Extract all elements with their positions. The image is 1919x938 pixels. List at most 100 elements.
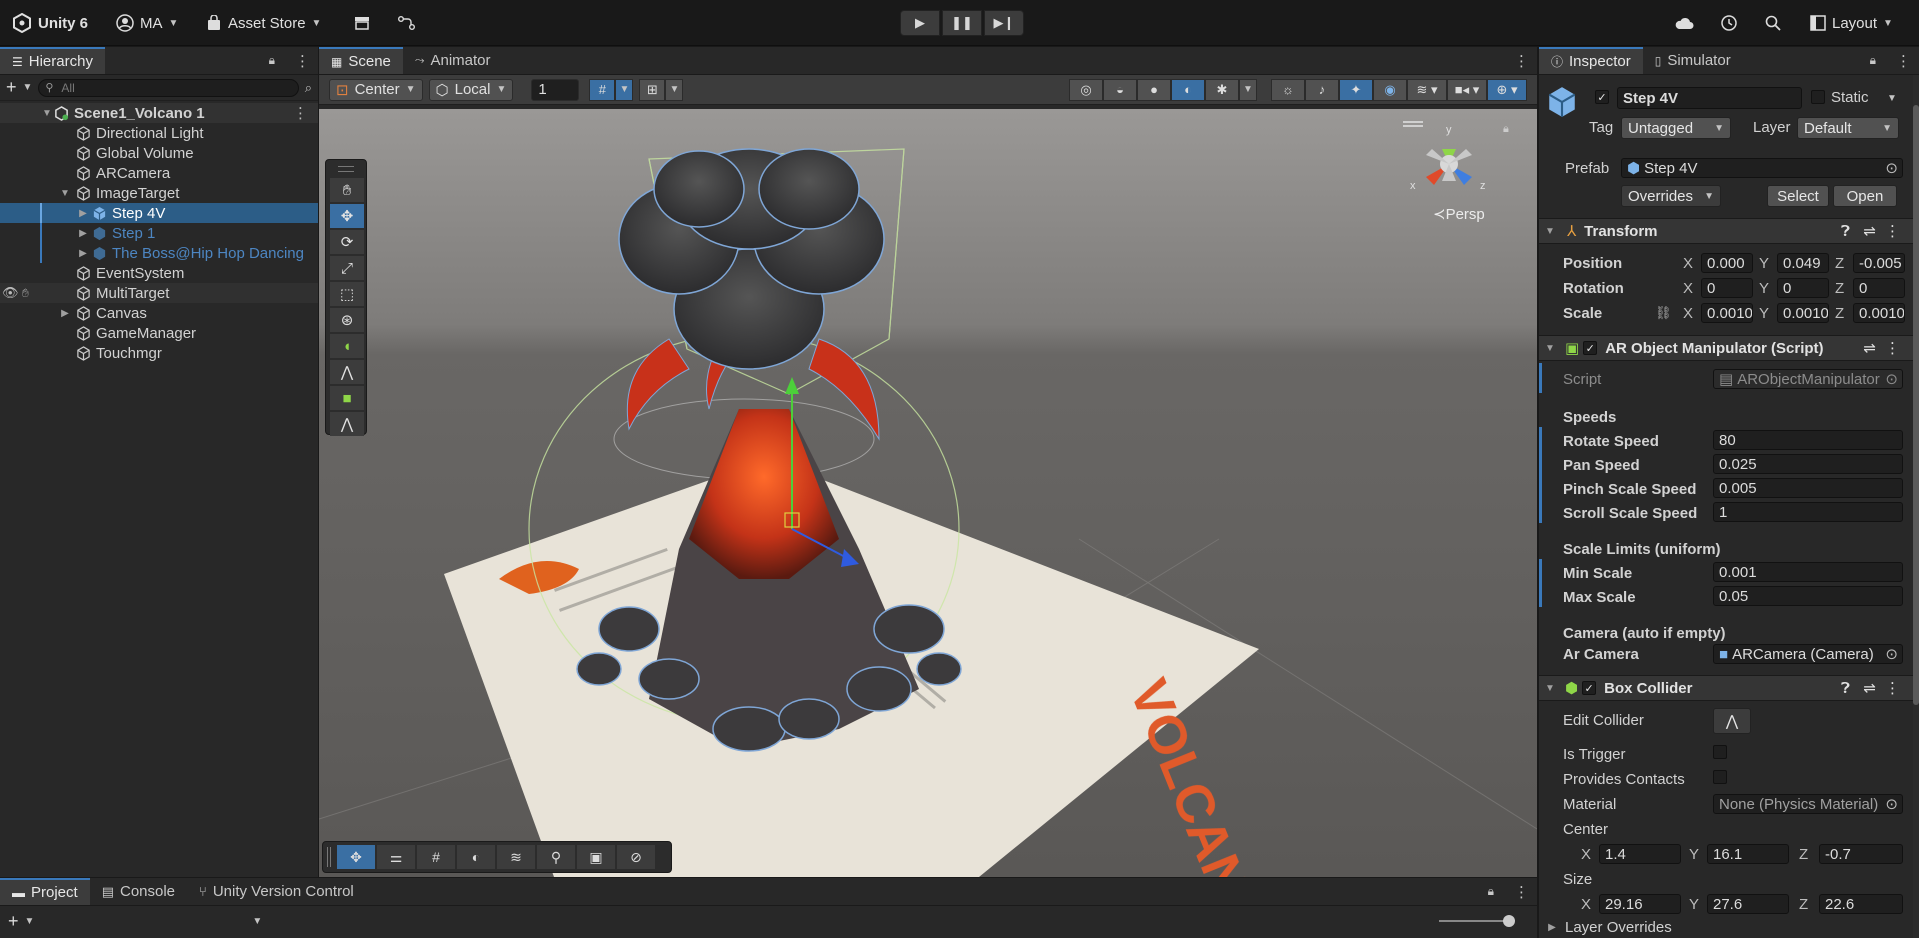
list-item[interactable]: ARCamera (0, 163, 318, 183)
overlay-grid-button[interactable]: # (417, 845, 455, 869)
step-button[interactable]: ▶❙ (984, 10, 1024, 36)
expand-arrow-icon[interactable]: ▶ (76, 248, 90, 259)
overlay-handle[interactable] (327, 847, 331, 867)
inspector-scrollbar[interactable] (1913, 75, 1919, 938)
lock-button[interactable]: 🔒︎ (1858, 47, 1888, 74)
lighting-toggle[interactable]: ☼ (1271, 78, 1305, 101)
scale-z-field[interactable]: 0.0010 (1853, 303, 1905, 323)
tab-scene[interactable]: ▦ Scene (319, 47, 403, 74)
expand-arrow-icon[interactable]: ▼ (1543, 683, 1557, 694)
position-x-field[interactable]: 0.000 (1701, 253, 1753, 273)
audio-toggle[interactable]: ♪ (1305, 78, 1339, 101)
size-y-field[interactable]: 27.6 (1707, 894, 1789, 914)
orientation-gizmo-icon[interactable]: y x z (1404, 119, 1494, 209)
layout-dropdown[interactable]: Layout ▼ (1810, 11, 1893, 35)
unity-menu[interactable]: Unity 6 (12, 11, 88, 35)
presets-icon[interactable]: ⇌ (1863, 679, 1876, 697)
expand-arrow-icon[interactable]: ▶ (76, 228, 90, 239)
scene-viewport[interactable]: VOLCANO y x z 🔒︎ ≺Persp (319, 109, 1537, 877)
scroll-speed-field[interactable]: 1 (1713, 502, 1903, 522)
effects-toggle[interactable]: ✦ (1339, 78, 1373, 101)
package-button[interactable] (354, 11, 370, 35)
shaded-button[interactable]: ● (1137, 78, 1171, 101)
tab-version-control[interactable]: ⑂ Unity Version Control (187, 878, 366, 905)
list-item[interactable]: ▶ Step 1 (0, 223, 318, 243)
chevron-down-icon[interactable]: ▼ (252, 916, 262, 927)
tab-console[interactable]: ▤ Console (90, 878, 187, 905)
rotate-speed-field[interactable]: 80 (1713, 430, 1903, 450)
box-tool-button[interactable]: ■ (330, 386, 364, 410)
object-name-input[interactable]: Step 4V (1617, 87, 1802, 109)
prefab-open-button[interactable]: Open (1833, 185, 1897, 207)
lock-view-icon[interactable]: 🔒︎ (1503, 123, 1509, 136)
list-item[interactable]: ▼ ImageTarget (0, 183, 318, 203)
min-scale-field[interactable]: 0.001 (1713, 562, 1903, 582)
ar-camera-field[interactable]: ■ ARCamera (Camera) ⊙ (1713, 644, 1903, 664)
rotation-x-field[interactable]: 0 (1701, 278, 1753, 298)
position-z-field[interactable]: -0.005 (1853, 253, 1905, 273)
list-item-selected[interactable]: ▶ Step 4V (0, 203, 318, 223)
panel-menu-button[interactable]: ⋮ (287, 47, 318, 74)
debug-draw-button[interactable]: ✱ (1205, 78, 1239, 101)
object-picker-icon[interactable]: ⊙ (1885, 795, 1898, 813)
vertex-tool-button[interactable]: ⋀ (330, 412, 364, 436)
visibility-eye-icon[interactable]: 👁︎ (2, 285, 19, 301)
panel-menu-button[interactable]: ⋮ (1888, 47, 1919, 74)
asset-store-dropdown[interactable]: Asset Store ▼ (206, 11, 321, 35)
zoom-slider-thumb[interactable] (1503, 915, 1515, 927)
list-item[interactable]: EventSystem (0, 263, 318, 283)
custom-tool-button[interactable]: ◖ (330, 334, 364, 358)
account-dropdown[interactable]: MA ▼ (116, 11, 178, 35)
scale-tool-button[interactable]: ⤢ (330, 256, 364, 280)
expand-arrow-icon[interactable]: ▶ (76, 208, 90, 219)
tab-hierarchy[interactable]: ☰ Hierarchy (0, 47, 105, 74)
pause-button[interactable]: ❚❚ (942, 10, 982, 36)
projection-toggle[interactable]: ≺Persp (1433, 205, 1485, 223)
shaded-wire-button[interactable]: ◒ (1103, 78, 1137, 101)
overlay-layers-button[interactable]: ≋ (497, 845, 535, 869)
panel-menu-button[interactable]: ⋮ (1506, 47, 1537, 74)
grid-snap-dropdown[interactable]: ▼ (615, 78, 634, 101)
increment-snap-button[interactable]: ⊞ (639, 78, 666, 101)
static-checkbox[interactable] (1811, 90, 1825, 104)
chevron-down-icon[interactable]: ▼ (23, 82, 33, 93)
object-picker-icon[interactable]: ⊙ (1885, 159, 1898, 177)
inspector-scrollbar-thumb[interactable] (1913, 105, 1919, 705)
expand-arrow-icon[interactable]: ▶ (58, 308, 72, 319)
grid-snap-button[interactable]: # (589, 78, 616, 101)
box-collider-header[interactable]: ▼ ⬢ ✓ Box Collider ❓︎ ⇌ ⋮ (1539, 675, 1919, 701)
lit-button[interactable]: ◐ (1171, 78, 1205, 101)
chevron-down-icon[interactable]: ▼ (1887, 93, 1897, 104)
overrides-dropdown[interactable]: Overrides ▼ (1621, 185, 1721, 207)
tab-project[interactable]: ▬ Project (0, 878, 90, 905)
list-item[interactable]: ▶ Canvas (0, 303, 318, 323)
list-item[interactable]: GameManager (0, 323, 318, 343)
draw-mode-button[interactable]: ◎ (1069, 78, 1103, 101)
rotate-tool-button[interactable]: ⟳ (330, 230, 364, 254)
overlay-lighting-button[interactable]: ◐ (457, 845, 495, 869)
overlay-move-button[interactable]: ✥ (337, 845, 375, 869)
ar-manipulator-header[interactable]: ▼ ▣ ✓ AR Object Manipulator (Script) ⇌ ⋮ (1539, 335, 1919, 361)
search-options-icon[interactable]: ⌕ (305, 80, 312, 96)
pivot-dropdown[interactable]: ⊡ Center ▼ (329, 78, 423, 101)
pan-speed-field[interactable]: 0.025 (1713, 454, 1903, 474)
list-item[interactable]: Touchmgr (0, 343, 318, 363)
kebab-icon[interactable]: ⋮ (1885, 679, 1900, 697)
material-field[interactable]: None (Physics Material) ⊙ (1713, 794, 1903, 814)
kebab-icon[interactable]: ⋮ (293, 104, 308, 122)
scale-x-field[interactable]: 0.0010 (1701, 303, 1753, 323)
size-z-field[interactable]: 22.6 (1819, 894, 1903, 914)
overlay-compass-button[interactable]: ⊘ (617, 845, 655, 869)
center-x-field[interactable]: 1.4 (1599, 844, 1681, 864)
help-icon[interactable]: ❓︎ (1841, 680, 1850, 697)
chevron-down-icon[interactable]: ▼ (25, 916, 35, 927)
expand-arrow-icon[interactable]: ▼ (40, 108, 54, 119)
expand-arrow-icon[interactable]: ▼ (1543, 343, 1557, 354)
list-item[interactable]: ▶ The Boss@Hip Hop Dancing (0, 243, 318, 263)
tab-inspector[interactable]: ⓘ Inspector (1539, 47, 1643, 74)
edit-collider-tool-button[interactable]: ⋀ (330, 360, 364, 384)
expand-arrow-icon[interactable]: ▼ (1543, 226, 1557, 237)
link-icon[interactable]: ⛓︎ (1655, 305, 1672, 321)
scene-row[interactable]: ▼ Scene1_Volcano 1 ⋮ (0, 103, 318, 123)
size-x-field[interactable]: 29.16 (1599, 894, 1681, 914)
